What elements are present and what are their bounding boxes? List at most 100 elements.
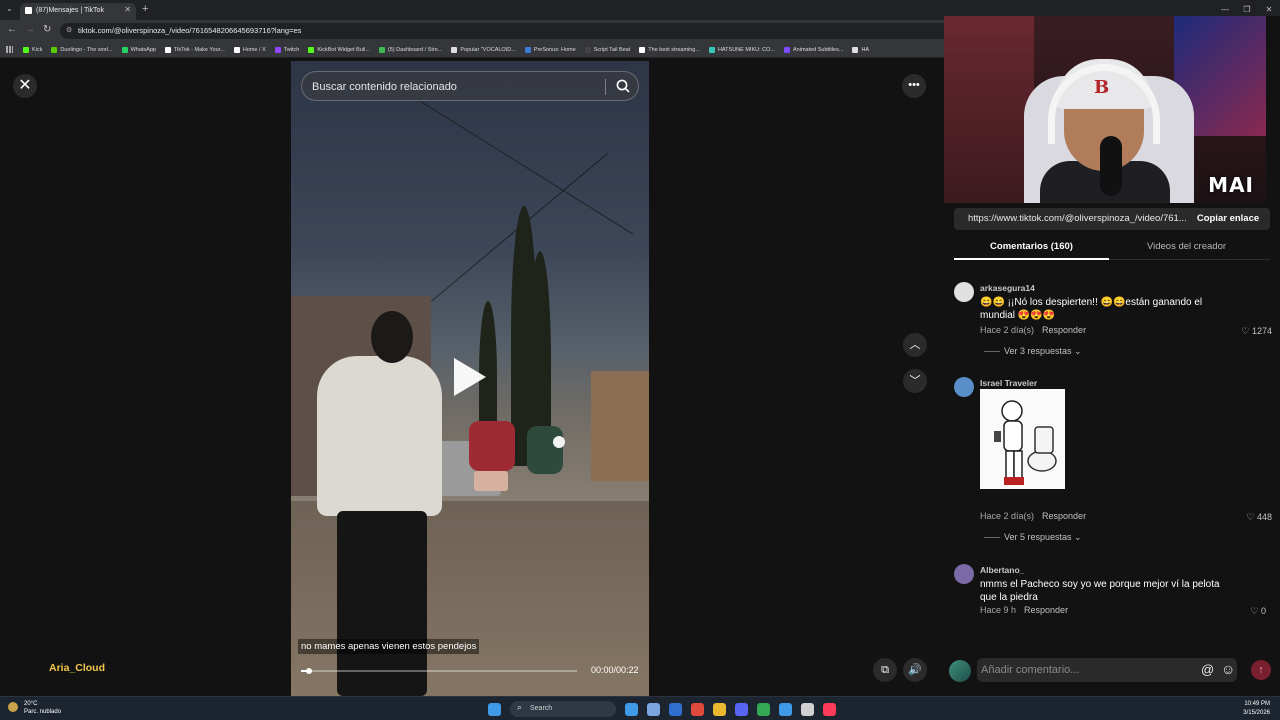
bookmark-item[interactable]: PreSonus: Home	[524, 46, 576, 53]
bookmark-item[interactable]: HA	[852, 46, 870, 53]
windows-start-icon[interactable]	[488, 702, 501, 716]
house-right	[591, 371, 649, 481]
related-search-input[interactable]	[312, 78, 592, 96]
view-replies-button[interactable]: Ver 3 respuestas ⌄	[984, 346, 1082, 357]
mention-icon[interactable]: @	[1201, 662, 1214, 677]
like-button[interactable]: ♡ 448	[1246, 512, 1272, 523]
new-tab-button[interactable]: +	[142, 3, 148, 15]
webcam-background-left	[944, 16, 1034, 203]
tab-title: (87)Mensajes | TikTok	[36, 7, 104, 14]
bookmark-item[interactable]: KickBot Widget Buil...	[308, 46, 370, 53]
share-url-field[interactable]: https://www.tiktok.com/@oliverspinoza_/v…	[954, 208, 1186, 230]
copy-link-button[interactable]: Copiar enlace	[1186, 208, 1270, 230]
bookmark-item[interactable]: HATSUNE MIKU: CO...	[708, 46, 775, 53]
send-comment-button[interactable]: ↑	[1251, 660, 1271, 680]
folder-icon[interactable]	[713, 702, 726, 716]
emoji-icon[interactable]: ☺	[1221, 661, 1235, 677]
bookmark-favicon-icon	[233, 46, 240, 53]
comment-item: Israel Traveler Hace 2 día(s) Responder ♡…	[954, 377, 1272, 547]
bookmark-item[interactable]: Twitch	[274, 46, 300, 53]
view-replies-label: Ver 3 respuestas	[1004, 346, 1072, 356]
apps-grid-icon[interactable]	[6, 46, 13, 53]
taskbar-apps: Search	[488, 701, 845, 717]
bookmark-favicon-icon	[121, 46, 128, 53]
bookmark-item[interactable]: Animated Subtitles...	[784, 46, 843, 53]
floating-player-button[interactable]: ⧉	[873, 658, 897, 682]
settings-icon[interactable]	[779, 702, 792, 716]
discord-icon[interactable]	[735, 702, 748, 716]
search-icon[interactable]	[615, 78, 631, 94]
music-icon[interactable]	[823, 702, 836, 716]
bookmark-label: HA	[861, 46, 870, 53]
bookmark-favicon-icon	[51, 46, 58, 53]
bookmark-label: (5) Dashboard / Stre...	[387, 46, 443, 53]
search-separator	[605, 79, 606, 95]
forward-icon[interactable]: →	[25, 24, 35, 35]
bookmark-label: WhatsApp	[130, 46, 156, 53]
chatgpt-icon[interactable]	[801, 702, 814, 716]
comment-sticker-image	[980, 389, 1065, 489]
tab-close-icon[interactable]: ✕	[124, 5, 131, 14]
back-icon[interactable]: ←	[7, 24, 17, 35]
sidebar-tabs: Comentarios (160) Videos del creador	[954, 238, 1270, 260]
reload-icon[interactable]: ↻	[43, 24, 51, 35]
edge-icon[interactable]	[669, 702, 682, 716]
bookmark-label: Twitch	[283, 46, 300, 53]
bookmark-item[interactable]: Duolingo - The worl...	[51, 46, 113, 53]
bookmark-favicon-icon	[784, 46, 790, 53]
bookmark-item[interactable]: Popular "VOCALOID...	[451, 46, 516, 53]
bookmark-favicon-icon	[164, 46, 171, 53]
tab-creator-videos[interactable]: Videos del creador	[1109, 241, 1264, 252]
play-icon[interactable]	[454, 358, 486, 396]
bookmark-label: TikTok - Make Your...	[173, 46, 225, 53]
bookmark-label: Script Tail Beat	[593, 46, 631, 53]
tab-comments[interactable]: Comentarios (160)	[954, 241, 1109, 252]
taskbar-search[interactable]: Search	[510, 701, 616, 717]
browser-tab-tiktok[interactable]: (87)Mensajes | TikTok ✕	[20, 3, 136, 20]
bookmark-item[interactable]: The best streaming...	[639, 46, 700, 53]
reply-button[interactable]: Responder	[1042, 511, 1086, 521]
comment-username[interactable]: Israel Traveler	[980, 378, 1037, 388]
bookmark-item[interactable]: TikTok - Make Your...	[164, 46, 225, 53]
system-clock[interactable]: 10:49 PM 3/15/2026	[1243, 700, 1270, 718]
bookmark-item[interactable]: Home / X	[233, 46, 266, 53]
view-replies-button[interactable]: Ver 5 respuestas ⌄	[984, 532, 1082, 543]
comment-username[interactable]: Albertano_	[980, 565, 1024, 575]
video-player[interactable]: no mames apenas vienen estos pendejos 00…	[291, 61, 649, 696]
weather-temperature: 20°C	[24, 701, 38, 707]
opera-icon[interactable]	[691, 702, 704, 716]
task-view-icon[interactable]	[647, 702, 660, 716]
close-video-button[interactable]: ✕	[13, 74, 37, 98]
bookmark-favicon-icon	[584, 46, 591, 53]
bookmark-label: Duolingo - The worl...	[60, 46, 113, 53]
clock-date: 3/15/2026	[1243, 710, 1270, 716]
next-video-button[interactable]: ﹀	[903, 369, 927, 393]
person-shorts	[474, 471, 508, 491]
like-count: 448	[1256, 512, 1272, 522]
avatar[interactable]	[954, 282, 974, 302]
previous-video-button[interactable]: ︿	[903, 333, 927, 357]
person-head	[371, 311, 413, 363]
file-explorer-icon[interactable]	[625, 702, 638, 716]
weather-icon	[8, 702, 18, 712]
avatar[interactable]	[954, 377, 974, 397]
bookmark-item[interactable]: (5) Dashboard / Stre...	[378, 46, 443, 53]
bookmark-item[interactable]: Kick	[23, 46, 42, 53]
like-button[interactable]: ♡ 0	[1250, 606, 1266, 617]
site-info-icon[interactable]: ⚙	[66, 26, 72, 34]
chrome-icon[interactable]	[757, 702, 770, 716]
reply-button[interactable]: Responder	[1042, 325, 1086, 335]
video-caption: no mames apenas vienen estos pendejos	[298, 639, 480, 654]
tab-search-icon[interactable]: ⌄	[6, 4, 13, 13]
like-button[interactable]: ♡ 1274	[1241, 326, 1272, 337]
bookmark-item[interactable]: WhatsApp	[121, 46, 156, 53]
comment-username[interactable]: arkasegura14	[980, 283, 1035, 293]
video-progress-bar[interactable]	[301, 668, 577, 674]
avatar[interactable]	[954, 564, 974, 584]
bookmark-item[interactable]: Script Tail Beat	[584, 46, 631, 53]
reply-button[interactable]: Responder	[1024, 605, 1068, 615]
more-options-button[interactable]: •••	[902, 74, 926, 98]
bookmark-label: Home / X	[242, 46, 266, 53]
volume-icon[interactable]: 🔊	[903, 658, 927, 682]
comment-input[interactable]	[981, 662, 1191, 678]
